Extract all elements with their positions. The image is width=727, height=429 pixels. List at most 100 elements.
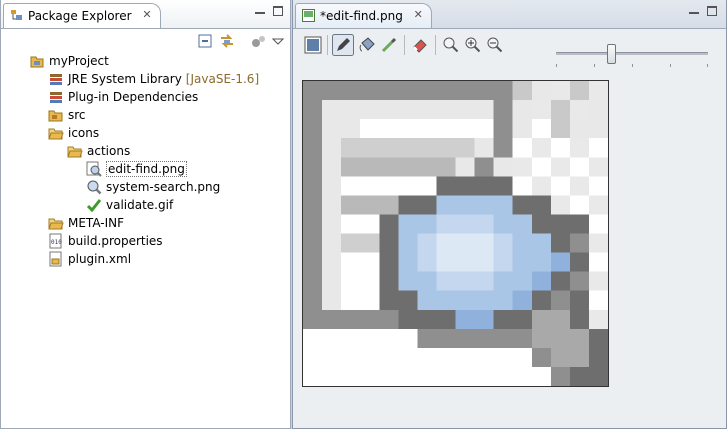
collapse-all-icon[interactable] — [196, 32, 214, 50]
pixel — [322, 233, 342, 253]
pixel — [588, 233, 608, 253]
pixel — [360, 195, 380, 215]
pixel — [436, 309, 456, 329]
pixel — [303, 290, 323, 310]
pixel — [303, 138, 323, 158]
pixel — [436, 81, 456, 101]
pixel — [322, 366, 342, 386]
plugin-project-icon — [30, 56, 44, 68]
folder-open-icon — [67, 146, 83, 158]
pixel — [341, 119, 361, 139]
maximize-icon[interactable] — [273, 6, 283, 16]
minimize-icon[interactable] — [689, 10, 699, 14]
image-canvas[interactable] — [302, 80, 609, 387]
pixel — [531, 119, 551, 139]
pixel — [474, 157, 494, 177]
pixel — [493, 100, 513, 120]
tree-item-system-search[interactable]: system-search.png — [86, 178, 220, 196]
pixel — [512, 176, 532, 196]
tree-item-validate[interactable]: validate.gif — [86, 196, 173, 214]
pixel — [436, 233, 456, 253]
tree-item-build-properties[interactable]: 010 build.properties — [48, 232, 163, 250]
pixel — [341, 309, 361, 329]
pencil-icon[interactable] — [332, 34, 354, 56]
zoom-slider-thumb[interactable] — [607, 44, 617, 64]
pixel — [398, 119, 418, 139]
tree-item-plugin-dependencies[interactable]: Plug-in Dependencies — [48, 88, 198, 106]
library-icon — [50, 74, 62, 85]
pixel — [588, 214, 608, 234]
pixel — [474, 176, 494, 196]
pixel — [531, 328, 551, 348]
pixel — [303, 157, 323, 177]
pixel — [398, 81, 418, 101]
pixel — [436, 328, 456, 348]
tree-item-label: actions — [87, 144, 131, 158]
filters-icon[interactable] — [250, 32, 268, 50]
tree-item-label: system-search.png — [106, 180, 221, 194]
close-icon[interactable]: ✕ — [414, 9, 423, 21]
tree-item-icons[interactable]: icons — [48, 124, 99, 142]
tree-item-plugin-xml[interactable]: plugin.xml — [48, 250, 131, 268]
pixel — [474, 252, 494, 272]
pixel — [398, 100, 418, 120]
zoom-icon[interactable] — [442, 36, 460, 54]
tab-edit-find[interactable]: *edit-find.png ✕ — [295, 3, 432, 28]
pixel — [398, 290, 418, 310]
tree-item-src[interactable]: src — [48, 106, 86, 124]
tree-item-jre[interactable]: JRE System Library [JavaSE-1.6] — [48, 70, 259, 88]
pixel — [341, 233, 361, 253]
pixel — [322, 100, 342, 120]
pixel — [569, 138, 589, 158]
pixel — [455, 252, 475, 272]
pixel — [512, 214, 532, 234]
pixel — [455, 195, 475, 215]
color-swatch-icon[interactable] — [304, 36, 322, 54]
tree-item-myproject[interactable]: myProject — [29, 52, 109, 70]
maximize-icon[interactable] — [707, 6, 717, 16]
pixel — [588, 81, 608, 101]
zoom-slider-track[interactable] — [556, 52, 708, 55]
pixel — [474, 81, 494, 101]
pixel — [588, 100, 608, 120]
pixel — [379, 347, 399, 367]
tree-item-label: edit-find.png — [106, 161, 187, 177]
pixel — [341, 138, 361, 158]
eraser-icon[interactable] — [411, 36, 429, 54]
zoom-in-icon[interactable] — [464, 36, 482, 54]
pixel — [360, 290, 380, 310]
pixel — [341, 176, 361, 196]
pixel — [588, 328, 608, 348]
pixel — [436, 157, 456, 177]
close-icon[interactable]: ✕ — [142, 9, 151, 21]
pixel — [398, 138, 418, 158]
library-icon — [50, 92, 62, 103]
pixel — [493, 81, 513, 101]
tree-item-edit-find[interactable]: edit-find.png — [86, 160, 187, 178]
pixel — [474, 138, 494, 158]
eyedropper-icon[interactable] — [380, 36, 398, 54]
pixel — [360, 271, 380, 291]
pixel — [379, 138, 399, 158]
pixel — [303, 100, 323, 120]
view-menu-icon[interactable] — [272, 32, 284, 50]
pixel — [550, 119, 570, 139]
pixel — [341, 271, 361, 291]
pixel — [379, 81, 399, 101]
pixel — [360, 252, 380, 272]
tab-package-explorer[interactable]: Package Explorer ✕ — [3, 3, 161, 28]
package-explorer-icon — [11, 10, 22, 20]
pixel — [512, 195, 532, 215]
explorer-tab-strip: Package Explorer ✕ — [1, 0, 290, 29]
link-with-editor-icon[interactable] — [218, 32, 236, 50]
zoom-out-icon[interactable] — [486, 36, 504, 54]
pixel — [588, 309, 608, 329]
pixel — [512, 271, 532, 291]
bucket-fill-icon[interactable] — [358, 36, 376, 54]
pixel — [436, 366, 456, 386]
tree-item-actions[interactable]: actions — [67, 142, 130, 160]
minimize-icon[interactable] — [255, 10, 265, 14]
pixel — [360, 176, 380, 196]
tree-item-meta-inf[interactable]: META-INF — [48, 214, 124, 232]
pixel — [569, 252, 589, 272]
